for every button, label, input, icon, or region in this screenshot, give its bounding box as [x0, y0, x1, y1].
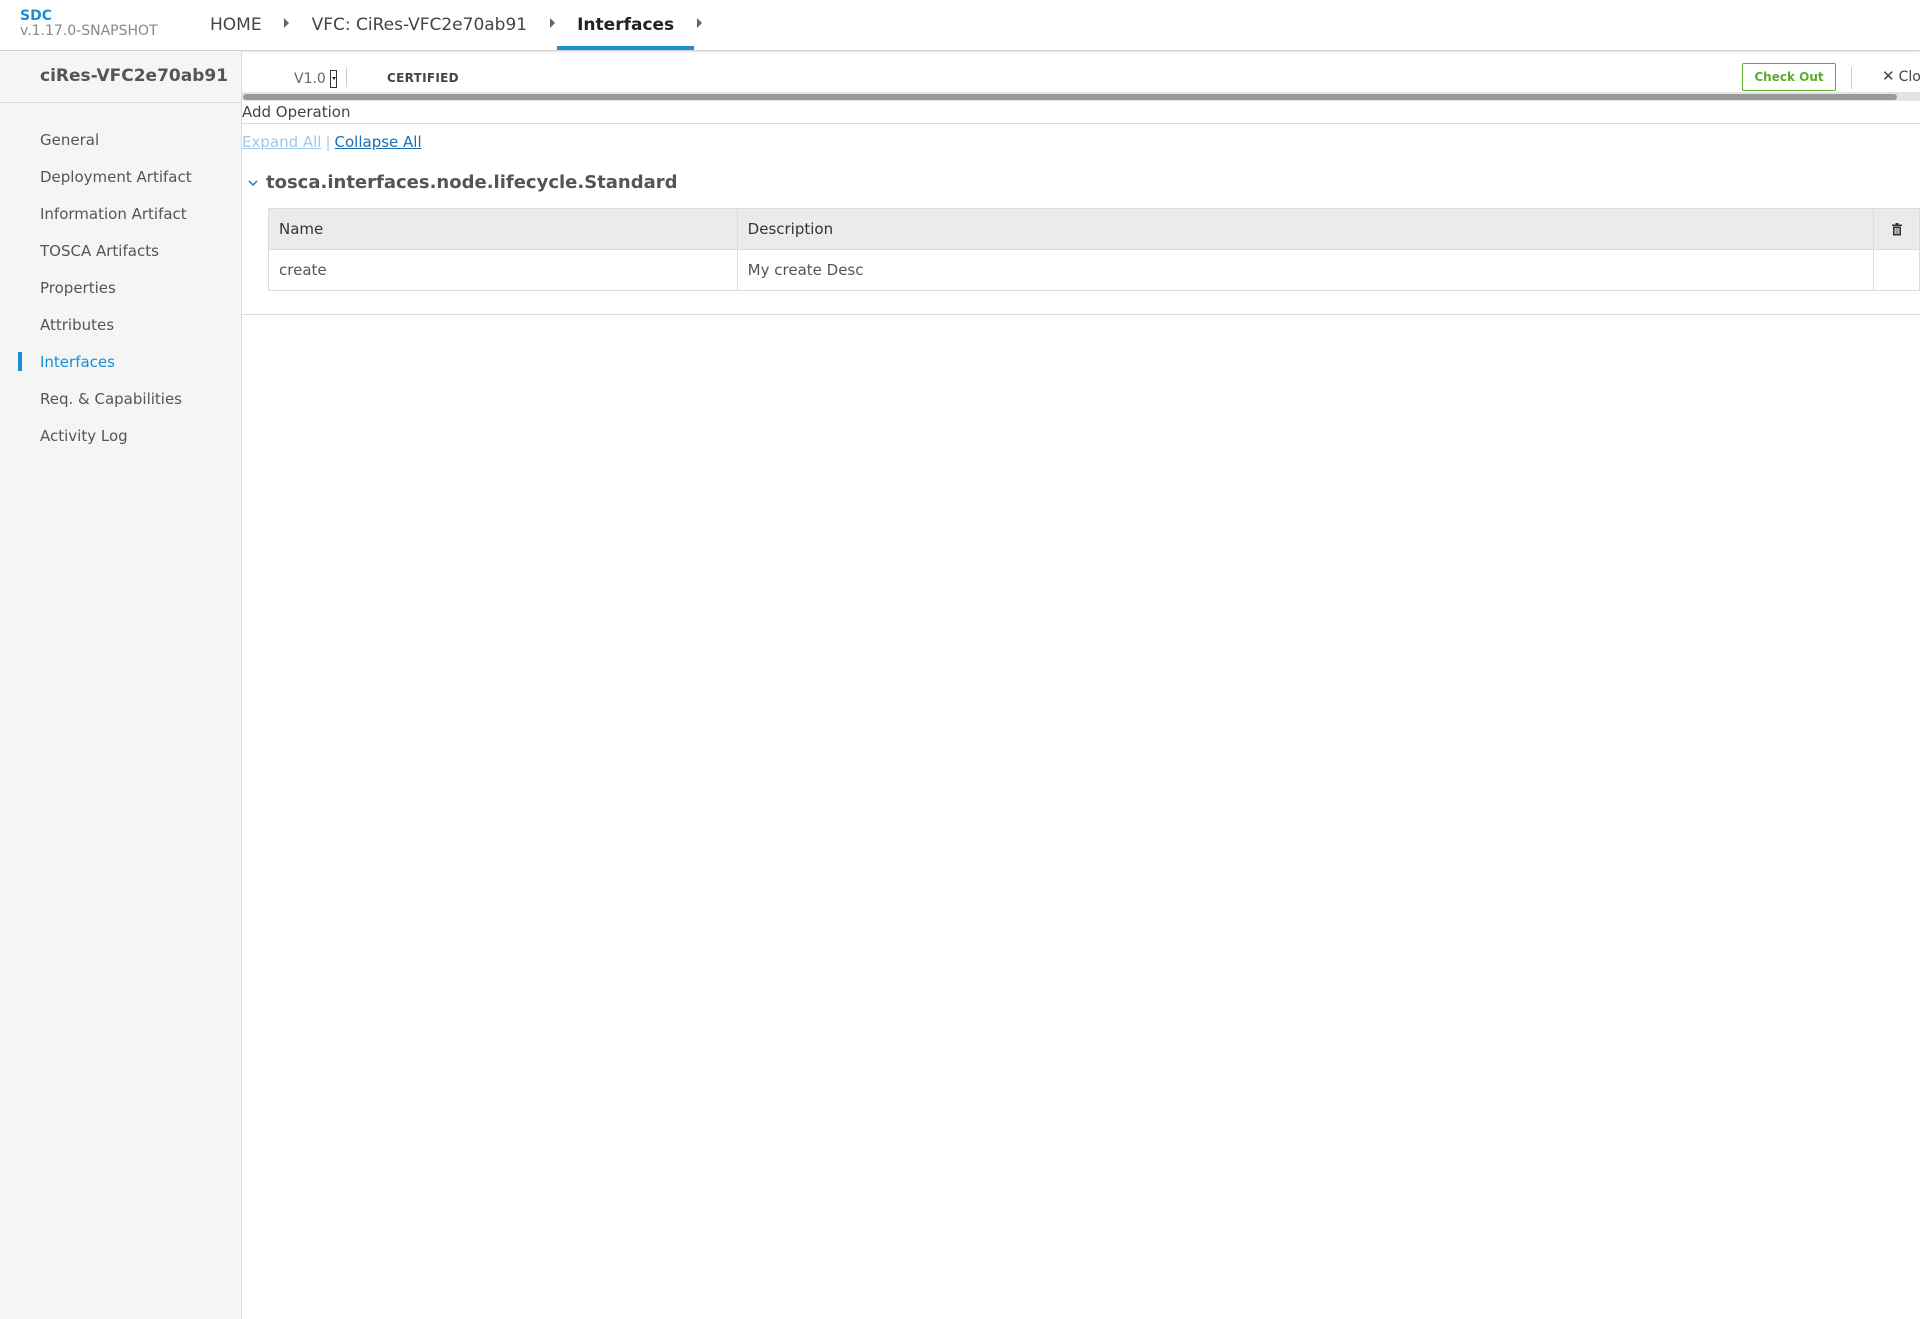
scrollbar-thumb[interactable]	[243, 94, 1897, 100]
sidebar: ciRes-VFC2e70ab91 General Deployment Art…	[0, 51, 242, 1319]
caret-down-icon[interactable]	[329, 70, 337, 88]
breadcrumb-vfc[interactable]: VFC: CiRes-VFC2e70ab91	[292, 0, 548, 50]
sidebar-item-properties[interactable]: Properties	[0, 270, 241, 307]
operation-name-cell[interactable]: create	[268, 249, 738, 291]
link-separator: |	[325, 133, 331, 151]
operation-description-cell: My create Desc	[736, 249, 1875, 291]
column-header-name: Name	[268, 208, 738, 250]
lifecycle-status: CERTIFIED	[387, 71, 459, 85]
workspace-main: V1.0 CERTIFIED Check Out ✕ Clo Add Operat…	[242, 51, 1920, 1319]
close-button[interactable]: ✕ Clo	[1882, 67, 1920, 85]
operation-actions-cell	[1873, 249, 1920, 291]
column-header-actions	[1873, 208, 1920, 250]
add-operation-button[interactable]: Add Operation	[242, 103, 350, 121]
version-select[interactable]: V1.0	[294, 70, 337, 88]
column-header-description: Description	[736, 208, 1875, 250]
chevron-right-icon	[547, 0, 557, 50]
brand[interactable]: SDC v.1.17.0-SNAPSHOT	[20, 9, 158, 39]
check-out-button[interactable]: Check Out	[1742, 63, 1836, 91]
brand-name: SDC	[20, 8, 52, 24]
sidebar-item-interfaces[interactable]: Interfaces	[0, 344, 241, 381]
sidebar-menu: General Deployment Artifact Information …	[0, 103, 241, 455]
brand-version: v.1.17.0-SNAPSHOT	[20, 23, 158, 39]
operations-table: Name Description create My create Desc	[268, 208, 1920, 291]
trash-icon[interactable]	[1891, 223, 1903, 236]
toolbar-divider	[346, 67, 347, 87]
close-label: Clo	[1898, 69, 1920, 85]
breadcrumb: HOME VFC: CiRes-VFC2e70ab91 Interfaces	[190, 0, 704, 50]
sidebar-item-activity-log[interactable]: Activity Log	[0, 418, 241, 455]
expand-collapse-links: Expand All | Collapse All	[242, 133, 422, 151]
collapse-all-link[interactable]: Collapse All	[335, 133, 422, 151]
interface-name: tosca.interfaces.node.lifecycle.Standard	[266, 172, 678, 193]
close-icon: ✕	[1882, 67, 1895, 85]
sidebar-item-req-capabilities[interactable]: Req. & Capabilities	[0, 381, 241, 418]
horizontal-scrollbar[interactable]	[242, 92, 1920, 101]
breadcrumb-interfaces[interactable]: Interfaces	[557, 0, 695, 50]
divider	[242, 123, 1920, 124]
sidebar-item-attributes[interactable]: Attributes	[0, 307, 241, 344]
sidebar-title: ciRes-VFC2e70ab91	[0, 51, 241, 103]
sidebar-item-information-artifact[interactable]: Information Artifact	[0, 196, 241, 233]
sidebar-item-tosca-artifacts[interactable]: TOSCA Artifacts	[0, 233, 241, 270]
table-header-row: Name Description	[268, 208, 1920, 250]
chevron-down-icon[interactable]	[246, 176, 260, 190]
chevron-right-icon[interactable]	[694, 0, 704, 50]
toolbar-divider	[1851, 67, 1852, 89]
chevron-right-icon	[282, 0, 292, 50]
top-header: SDC v.1.17.0-SNAPSHOT HOME VFC: CiRes-VF…	[0, 0, 1920, 51]
expand-all-link[interactable]: Expand All	[242, 133, 321, 151]
sidebar-item-deployment-artifact[interactable]: Deployment Artifact	[0, 159, 241, 196]
workspace-toolbar: V1.0 CERTIFIED Check Out ✕ Clo	[242, 51, 1920, 91]
interface-header[interactable]: tosca.interfaces.node.lifecycle.Standard	[246, 172, 678, 193]
sidebar-item-general[interactable]: General	[0, 122, 241, 159]
version-value: V1.0	[294, 71, 326, 87]
breadcrumb-home[interactable]: HOME	[190, 0, 282, 50]
table-row[interactable]: create My create Desc	[268, 249, 1920, 291]
divider	[242, 314, 1920, 315]
